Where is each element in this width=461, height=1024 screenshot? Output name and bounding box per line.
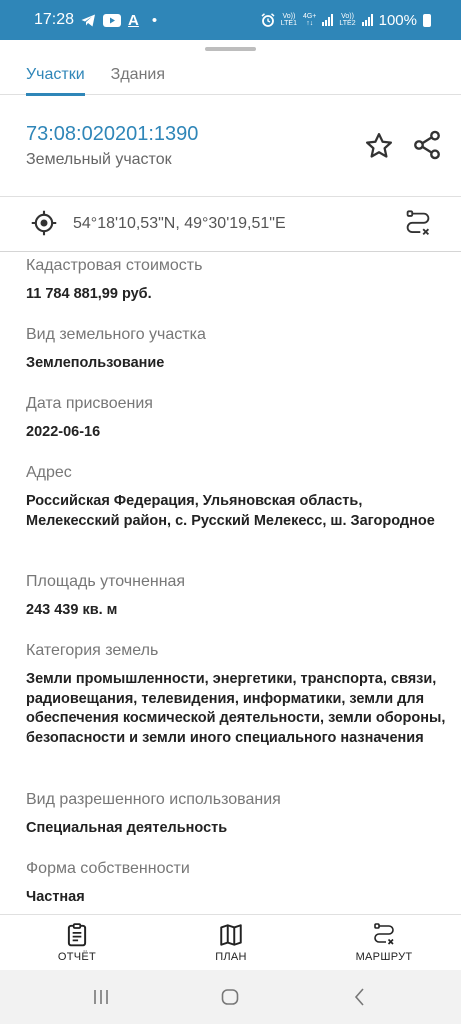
route-button[interactable]: МАРШРУТ	[334, 915, 434, 971]
sheet-drag-handle[interactable]	[205, 47, 256, 51]
signal-1-icon	[322, 14, 334, 26]
field-label: Площадь уточненная	[26, 573, 186, 590]
back-icon[interactable]	[348, 985, 372, 1009]
field-label: Дата присвоения	[26, 395, 153, 412]
tab-buildings[interactable]: Здания	[111, 52, 165, 95]
plan-button[interactable]: ПЛАН	[181, 915, 281, 971]
field-value: Земли промышленности, энергетики, трансп…	[26, 671, 446, 746]
field-value: Землепользование	[26, 355, 165, 371]
field-address: Адрес Российская Федерация, Ульяновская …	[26, 463, 454, 531]
sim1-label: Vo)) LTE1	[280, 13, 297, 27]
field-label: Вид разрешенного использования	[26, 791, 281, 808]
field-label: Категория земель	[26, 642, 159, 659]
field-value: 243 439 кв. м	[26, 602, 118, 618]
plan-label: ПЛАН	[215, 951, 247, 963]
network-type-label: 4G+ ↑↓	[302, 13, 317, 27]
field-permitted-use: Вид разрешенного использования Специальн…	[26, 790, 454, 839]
status-time: 17:28	[34, 11, 75, 28]
gps-location-icon[interactable]	[30, 209, 58, 237]
field-land-kind: Вид земельного участка Землепользование	[26, 325, 454, 374]
field-label: Вид земельного участка	[26, 326, 206, 343]
share-icon[interactable]	[411, 129, 443, 161]
object-header: 73:08:020201:1390 Земельный участок	[0, 95, 461, 197]
field-value: Российская Федерация, Ульяновская област…	[26, 493, 435, 529]
field-ownership: Форма собственности Частная	[26, 859, 454, 908]
cadastral-number[interactable]: 73:08:020201:1390	[26, 123, 198, 146]
system-navigation-bar	[0, 970, 461, 1024]
coordinates-row: 54°18'10,53"N, 49°30'19,51"E	[0, 197, 461, 252]
tab-bar: Участки Здания	[0, 52, 461, 96]
battery-percent: 100%	[378, 11, 417, 29]
route-icon[interactable]	[404, 209, 432, 239]
field-assign-date: Дата присвоения 2022-06-16	[26, 394, 454, 443]
alarm-icon	[261, 13, 275, 27]
field-land-category: Категория земель Земли промышленности, э…	[26, 641, 454, 748]
signal-2-icon	[361, 14, 373, 26]
route-icon	[374, 923, 394, 945]
field-label: Адрес	[26, 464, 72, 481]
field-value: 11 784 881,99 руб.	[26, 286, 152, 302]
recent-apps-icon[interactable]	[89, 985, 113, 1009]
youtube-icon	[103, 13, 122, 27]
route-label: МАРШРУТ	[355, 951, 413, 963]
field-value: Специальная деятельность	[26, 820, 228, 836]
notification-dot: •	[151, 11, 158, 29]
field-label: Кадастровая стоимость	[26, 257, 203, 274]
sim2-label: Vo)) LTE2	[339, 13, 356, 27]
status-bar: 17:28 A • Vo)) LTE1 4G+ ↑↓ Vo)) LTE2 100%	[0, 0, 461, 40]
field-value: Частная	[26, 889, 85, 905]
field-label: Форма собственности	[26, 860, 190, 877]
report-label: ОТЧЁТ	[57, 951, 97, 963]
coordinates-text[interactable]: 54°18'10,53"N, 49°30'19,51"E	[73, 215, 286, 233]
field-value: 2022-06-16	[26, 424, 101, 440]
report-icon	[67, 923, 87, 947]
report-button[interactable]: ОТЧЁТ	[27, 915, 127, 971]
map-icon	[220, 924, 242, 946]
notification-letter-icon: A	[128, 11, 139, 29]
home-icon[interactable]	[218, 985, 242, 1009]
telegram-icon	[81, 14, 96, 26]
field-area: Площадь уточненная 243 439 кв. м	[26, 572, 454, 621]
favorite-star-icon[interactable]	[364, 131, 394, 161]
field-cadastral-value: Кадастровая стоимость 11 784 881,99 руб.	[26, 256, 454, 305]
tab-parcels[interactable]: Участки	[26, 52, 85, 96]
battery-icon	[423, 13, 431, 27]
object-type: Земельный участок	[26, 151, 172, 168]
bottom-action-bar: ОТЧЁТ ПЛАН МАРШРУТ	[0, 914, 461, 970]
